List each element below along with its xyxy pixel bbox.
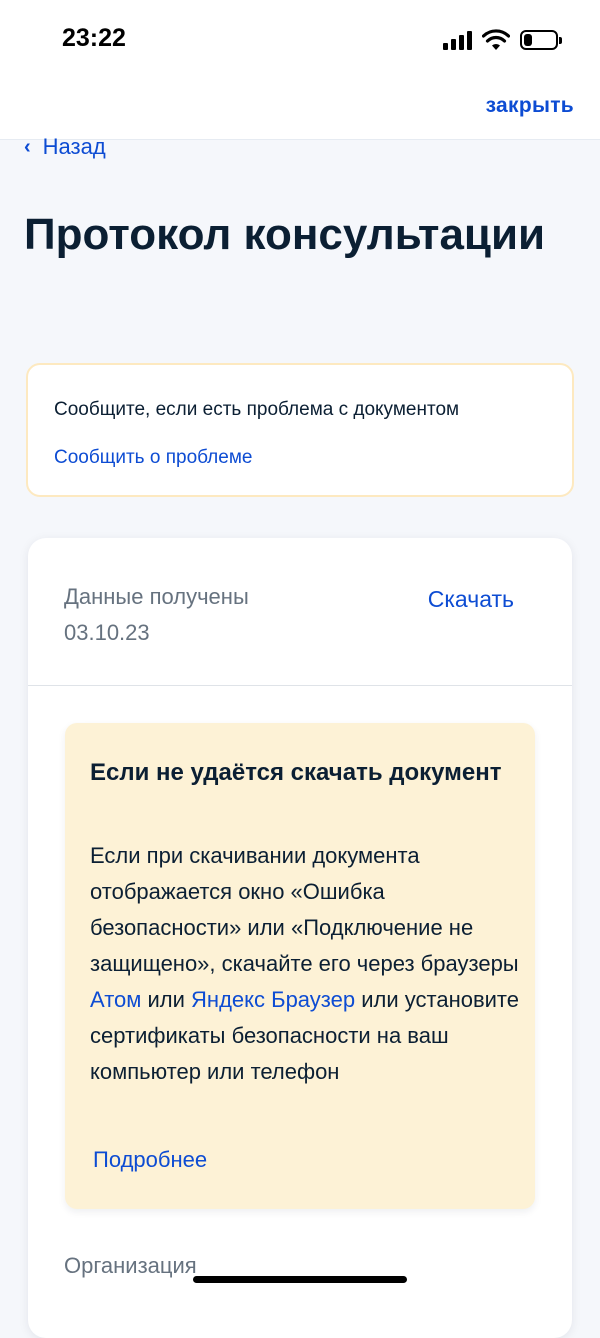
back-label: Назад	[42, 134, 106, 159]
back-button[interactable]: ‹ Назад	[24, 134, 106, 160]
received-date: 03.10.23	[64, 620, 150, 645]
status-icons	[443, 26, 562, 54]
chevron-left-icon: ‹	[24, 135, 31, 158]
yandex-browser-link[interactable]: Яндекс Браузер	[191, 987, 355, 1012]
home-indicator	[193, 1276, 407, 1283]
close-button[interactable]: закрыть	[486, 94, 574, 118]
organization-label: Организация	[64, 1253, 197, 1278]
status-time: 23:22	[62, 24, 126, 52]
problem-report-box: Сообщите, если есть проблема с документо…	[26, 363, 574, 497]
atom-browser-link[interactable]: Атом	[90, 987, 141, 1012]
battery-level	[524, 34, 532, 46]
received-label: Данные получены	[64, 584, 249, 609]
download-warning-box: Если не удаётся скачать документ Если пр…	[65, 723, 535, 1209]
warning-title: Если не удаётся скачать документ	[90, 759, 502, 786]
wifi-icon	[482, 29, 510, 50]
report-problem-link[interactable]: Сообщить о проблеме	[54, 447, 252, 469]
download-button[interactable]: Скачать	[428, 586, 514, 613]
divider	[28, 685, 572, 686]
top-bar: 23:22 закрыть	[0, 0, 600, 140]
warning-body: Если при скачивании документа отображает…	[90, 838, 520, 1090]
warning-text-part1: Если при скачивании документа отображает…	[90, 843, 519, 976]
document-card: Данные получены 03.10.23 Скачать Если не…	[28, 538, 572, 1338]
warning-text-or: или	[141, 987, 192, 1012]
cellular-signal-icon	[443, 30, 472, 50]
problem-report-text: Сообщите, если есть проблема с документо…	[54, 399, 460, 420]
page-title: Протокол консультации	[24, 210, 546, 259]
battery-icon	[520, 30, 562, 50]
more-details-link[interactable]: Подробнее	[93, 1147, 207, 1173]
